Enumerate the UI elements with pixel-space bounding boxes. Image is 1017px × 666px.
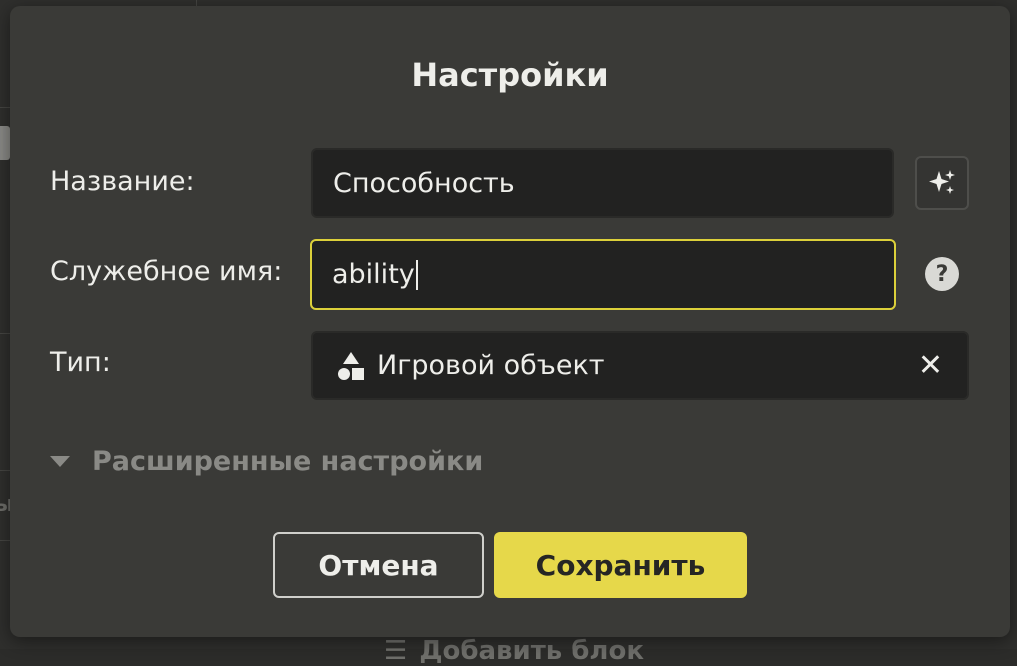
- triangle-down-icon: [50, 456, 70, 467]
- type-select-value: Игровой объект: [377, 350, 605, 381]
- cancel-button[interactable]: Отмена: [273, 532, 484, 598]
- name-input[interactable]: Способность: [311, 148, 894, 218]
- dialog-title: Настройки: [411, 56, 609, 94]
- question-icon[interactable]: ?: [925, 257, 959, 291]
- add-block-label: Добавить блок: [419, 636, 644, 666]
- service-name-input-value: ability: [332, 259, 415, 290]
- background-element: [0, 126, 10, 160]
- shapes-icon: [338, 351, 364, 380]
- name-label: Название:: [50, 166, 195, 197]
- name-input-value: Способность: [333, 167, 515, 199]
- advanced-settings-label: Расширенные настройки: [92, 446, 484, 477]
- settings-dialog: Настройки Название: Способность Служебно…: [10, 6, 1010, 637]
- type-select[interactable]: Игровой объект ✕: [311, 331, 969, 400]
- text-caret: [415, 259, 418, 290]
- service-name-input[interactable]: ability: [310, 239, 896, 310]
- generate-name-button[interactable]: [915, 156, 969, 210]
- close-icon[interactable]: ✕: [918, 350, 943, 381]
- save-button[interactable]: Сохранить: [494, 532, 747, 598]
- service-name-label: Служебное имя:: [50, 256, 283, 287]
- sparkle-icon: [929, 170, 955, 194]
- add-block-button[interactable]: ☰ Добавить блок: [384, 636, 644, 666]
- advanced-settings-toggle[interactable]: Расширенные настройки: [50, 446, 483, 477]
- plus-icon: ☰: [384, 636, 408, 666]
- help-glyph: ?: [935, 261, 949, 287]
- type-label: Тип:: [50, 347, 111, 378]
